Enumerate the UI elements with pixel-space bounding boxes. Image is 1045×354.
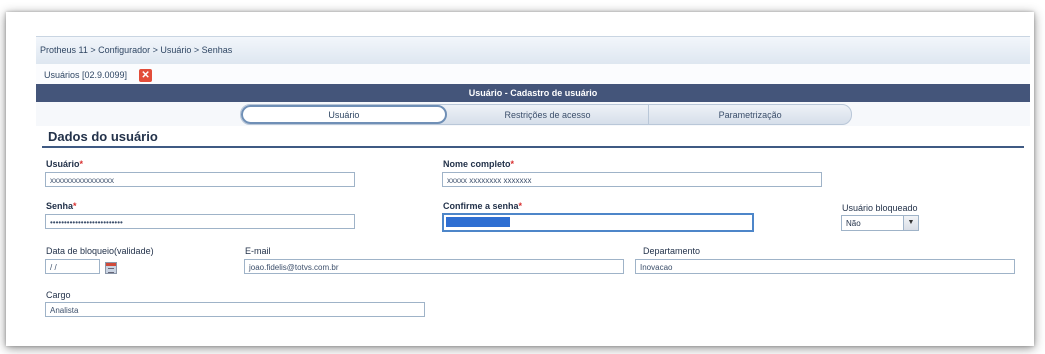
email-label: E-mail bbox=[245, 246, 271, 256]
breadcrumb: Protheus 11 > Configurador > Usuário > S… bbox=[40, 45, 233, 55]
nome-completo-label: Nome completo* bbox=[443, 159, 515, 169]
chevron-down-icon[interactable]: ▼ bbox=[903, 216, 918, 230]
data-bloqueio-label: Data de bloqueio(validade) bbox=[46, 246, 154, 256]
data-bloqueio-field[interactable]: / / bbox=[45, 259, 100, 274]
departamento-field[interactable]: Inovacao bbox=[635, 259, 1015, 274]
nome-completo-field[interactable]: xxxxx xxxxxxxx xxxxxxx bbox=[442, 172, 822, 187]
email-field[interactable]: joao.fidelis@totvs.com.br bbox=[244, 259, 624, 274]
required-mark: * bbox=[510, 159, 515, 169]
required-mark: * bbox=[79, 159, 84, 169]
tab-parametrizacao[interactable]: Parametrização bbox=[649, 105, 851, 124]
tab-restricoes-de-acesso[interactable]: Restrições de acesso bbox=[447, 105, 650, 124]
tabs-row: Usuário Restrições de acesso Parametriza… bbox=[36, 102, 1030, 126]
section-title: Dados do usuário bbox=[48, 129, 158, 144]
tab-parametrizacao-label: Parametrização bbox=[718, 109, 782, 120]
usuario-bloqueado-value: Não bbox=[846, 218, 861, 228]
required-mark: * bbox=[518, 201, 523, 211]
window-title-bar: Usuário - Cadastro de usuário bbox=[36, 84, 1030, 102]
document-tab[interactable]: Usuários [02.9.0099] ✕ bbox=[44, 68, 153, 82]
document-tab-label: Usuários [02.9.0099] bbox=[44, 70, 128, 80]
cargo-field[interactable]: Analista bbox=[45, 302, 425, 317]
senha-field[interactable]: •••••••••••••••••••••••••• bbox=[45, 214, 355, 229]
usuario-label: Usuário* bbox=[46, 159, 84, 169]
usuario-field[interactable]: xxxxxxxxxxxxxxxx bbox=[45, 172, 355, 187]
tab-usuario[interactable]: Usuário bbox=[241, 105, 447, 124]
tabs-group: Usuário Restrições de acesso Parametriza… bbox=[240, 104, 852, 125]
usuario-bloqueado-select[interactable]: Não ▼ bbox=[841, 215, 919, 231]
calendar-icon[interactable] bbox=[105, 262, 117, 274]
departamento-label: Departamento bbox=[643, 246, 701, 256]
confirme-senha-label: Confirme a senha* bbox=[443, 201, 523, 211]
breadcrumb-bar: Protheus 11 > Configurador > Usuário > S… bbox=[36, 36, 1030, 66]
text-selection bbox=[446, 217, 510, 227]
usuario-bloqueado-label: Usuário bloqueado bbox=[842, 203, 918, 213]
close-icon[interactable]: ✕ bbox=[139, 68, 153, 82]
cargo-label: Cargo bbox=[46, 290, 71, 300]
tab-restricoes-label: Restrições de acesso bbox=[504, 109, 591, 120]
required-mark: * bbox=[73, 201, 77, 211]
tab-usuario-label: Usuário bbox=[328, 109, 360, 120]
confirme-senha-field[interactable] bbox=[442, 213, 754, 232]
section-divider bbox=[42, 146, 1024, 148]
senha-label: Senha* bbox=[46, 201, 77, 211]
window-title: Usuário - Cadastro de usuário bbox=[468, 88, 598, 98]
document-tab-strip: Usuários [02.9.0099] ✕ bbox=[36, 64, 1030, 84]
